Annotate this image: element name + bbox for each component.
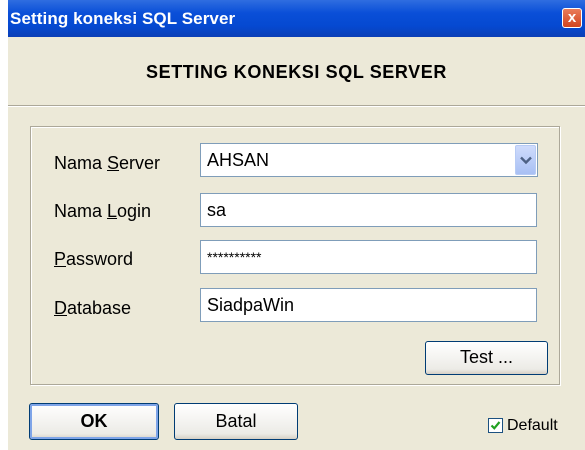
password-input[interactable]: ********** xyxy=(200,240,537,274)
cancel-button[interactable]: Batal xyxy=(174,403,298,440)
test-button[interactable]: Test ... xyxy=(425,341,548,375)
database-label-mnemonic: D xyxy=(54,298,67,318)
database-label-post: atabase xyxy=(67,298,132,318)
password-label-post: assword xyxy=(66,249,134,269)
heading-divider xyxy=(8,105,585,107)
title-bar[interactable]: Setting koneksi SQL Server x xyxy=(8,0,585,37)
dialog-heading: SETTING KONEKSI SQL SERVER xyxy=(146,62,447,82)
checkmark-icon xyxy=(490,421,501,430)
server-combobox[interactable]: AHSAN xyxy=(200,143,538,177)
login-input[interactable]: sa xyxy=(200,193,537,227)
login-label-post: ogin xyxy=(117,201,152,221)
default-checkbox-label: Default xyxy=(507,417,558,434)
server-value: AHSAN xyxy=(207,150,270,170)
ok-button[interactable]: OK xyxy=(29,403,159,440)
server-label: Nama Server xyxy=(54,153,160,174)
close-icon: x xyxy=(567,9,577,26)
login-label-mnemonic: L xyxy=(107,201,118,221)
database-input[interactable]: SiadpaWin xyxy=(200,288,537,322)
chevron-down-icon xyxy=(520,156,532,165)
server-label-mnemonic: S xyxy=(107,153,120,173)
password-value: ********** xyxy=(207,249,262,265)
login-value: sa xyxy=(207,200,227,220)
server-label-post: erver xyxy=(119,153,161,173)
password-label: Password xyxy=(54,249,133,270)
login-label-pre: Nama xyxy=(54,201,108,221)
server-dropdown-button[interactable] xyxy=(515,145,536,175)
server-label-pre: Nama xyxy=(54,153,108,173)
database-label: Database xyxy=(54,298,131,319)
login-label: Nama Login xyxy=(54,201,151,222)
close-button[interactable]: x xyxy=(562,8,582,28)
default-checkbox[interactable] xyxy=(488,418,503,433)
password-label-mnemonic: P xyxy=(54,249,67,269)
database-value: SiadpaWin xyxy=(207,295,295,315)
window-title: Setting koneksi SQL Server xyxy=(10,9,236,28)
dialog-window: Setting koneksi SQL Server x SETTING KON… xyxy=(8,0,585,450)
